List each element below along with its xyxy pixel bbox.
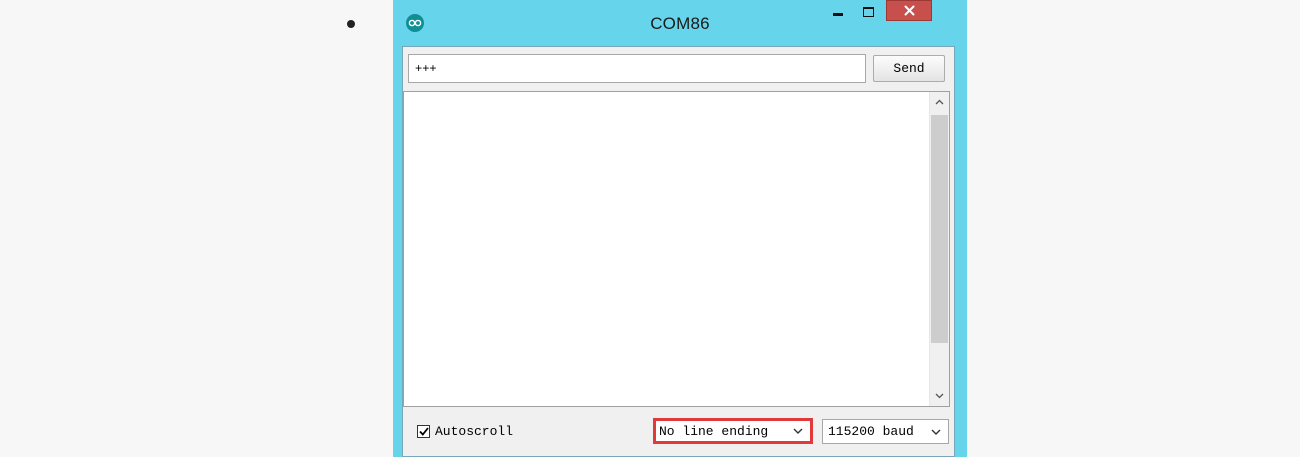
line-ending-value: No line ending (659, 423, 769, 439)
serial-monitor-body: Send (402, 46, 955, 457)
minimize-icon (833, 12, 843, 16)
maximize-icon (862, 7, 874, 17)
send-button[interactable]: Send (873, 55, 945, 82)
list-bullet (347, 20, 355, 28)
minimize-button[interactable] (825, 0, 851, 22)
serial-monitor-window: COM86 Send (393, 0, 967, 457)
baud-rate-value: 115200 baud (828, 424, 914, 439)
chevron-down-icon (935, 393, 944, 399)
autoscroll-label: Autoscroll (435, 424, 514, 439)
chevron-down-icon (793, 428, 803, 434)
vertical-scrollbar[interactable] (929, 92, 949, 406)
maximize-button[interactable] (855, 0, 881, 22)
baud-rate-select[interactable]: 115200 baud (822, 419, 949, 444)
serial-send-input[interactable] (408, 54, 866, 83)
serial-output-area[interactable] (403, 91, 950, 407)
title-bar[interactable]: COM86 (393, 0, 967, 46)
scroll-up-button[interactable] (930, 92, 949, 112)
autoscroll-toggle[interactable]: Autoscroll (417, 424, 513, 439)
checkmark-icon (418, 427, 429, 436)
chevron-down-icon (931, 429, 941, 435)
scroll-down-button[interactable] (930, 386, 949, 406)
autoscroll-checkbox[interactable] (417, 425, 430, 438)
close-icon (904, 5, 914, 16)
scrollbar-thumb[interactable] (931, 115, 948, 343)
line-ending-select[interactable]: No line ending (653, 418, 813, 444)
chevron-up-icon (935, 99, 944, 105)
close-button[interactable] (886, 0, 932, 21)
status-bar: Autoscroll No line ending 115200 baud (403, 407, 954, 456)
